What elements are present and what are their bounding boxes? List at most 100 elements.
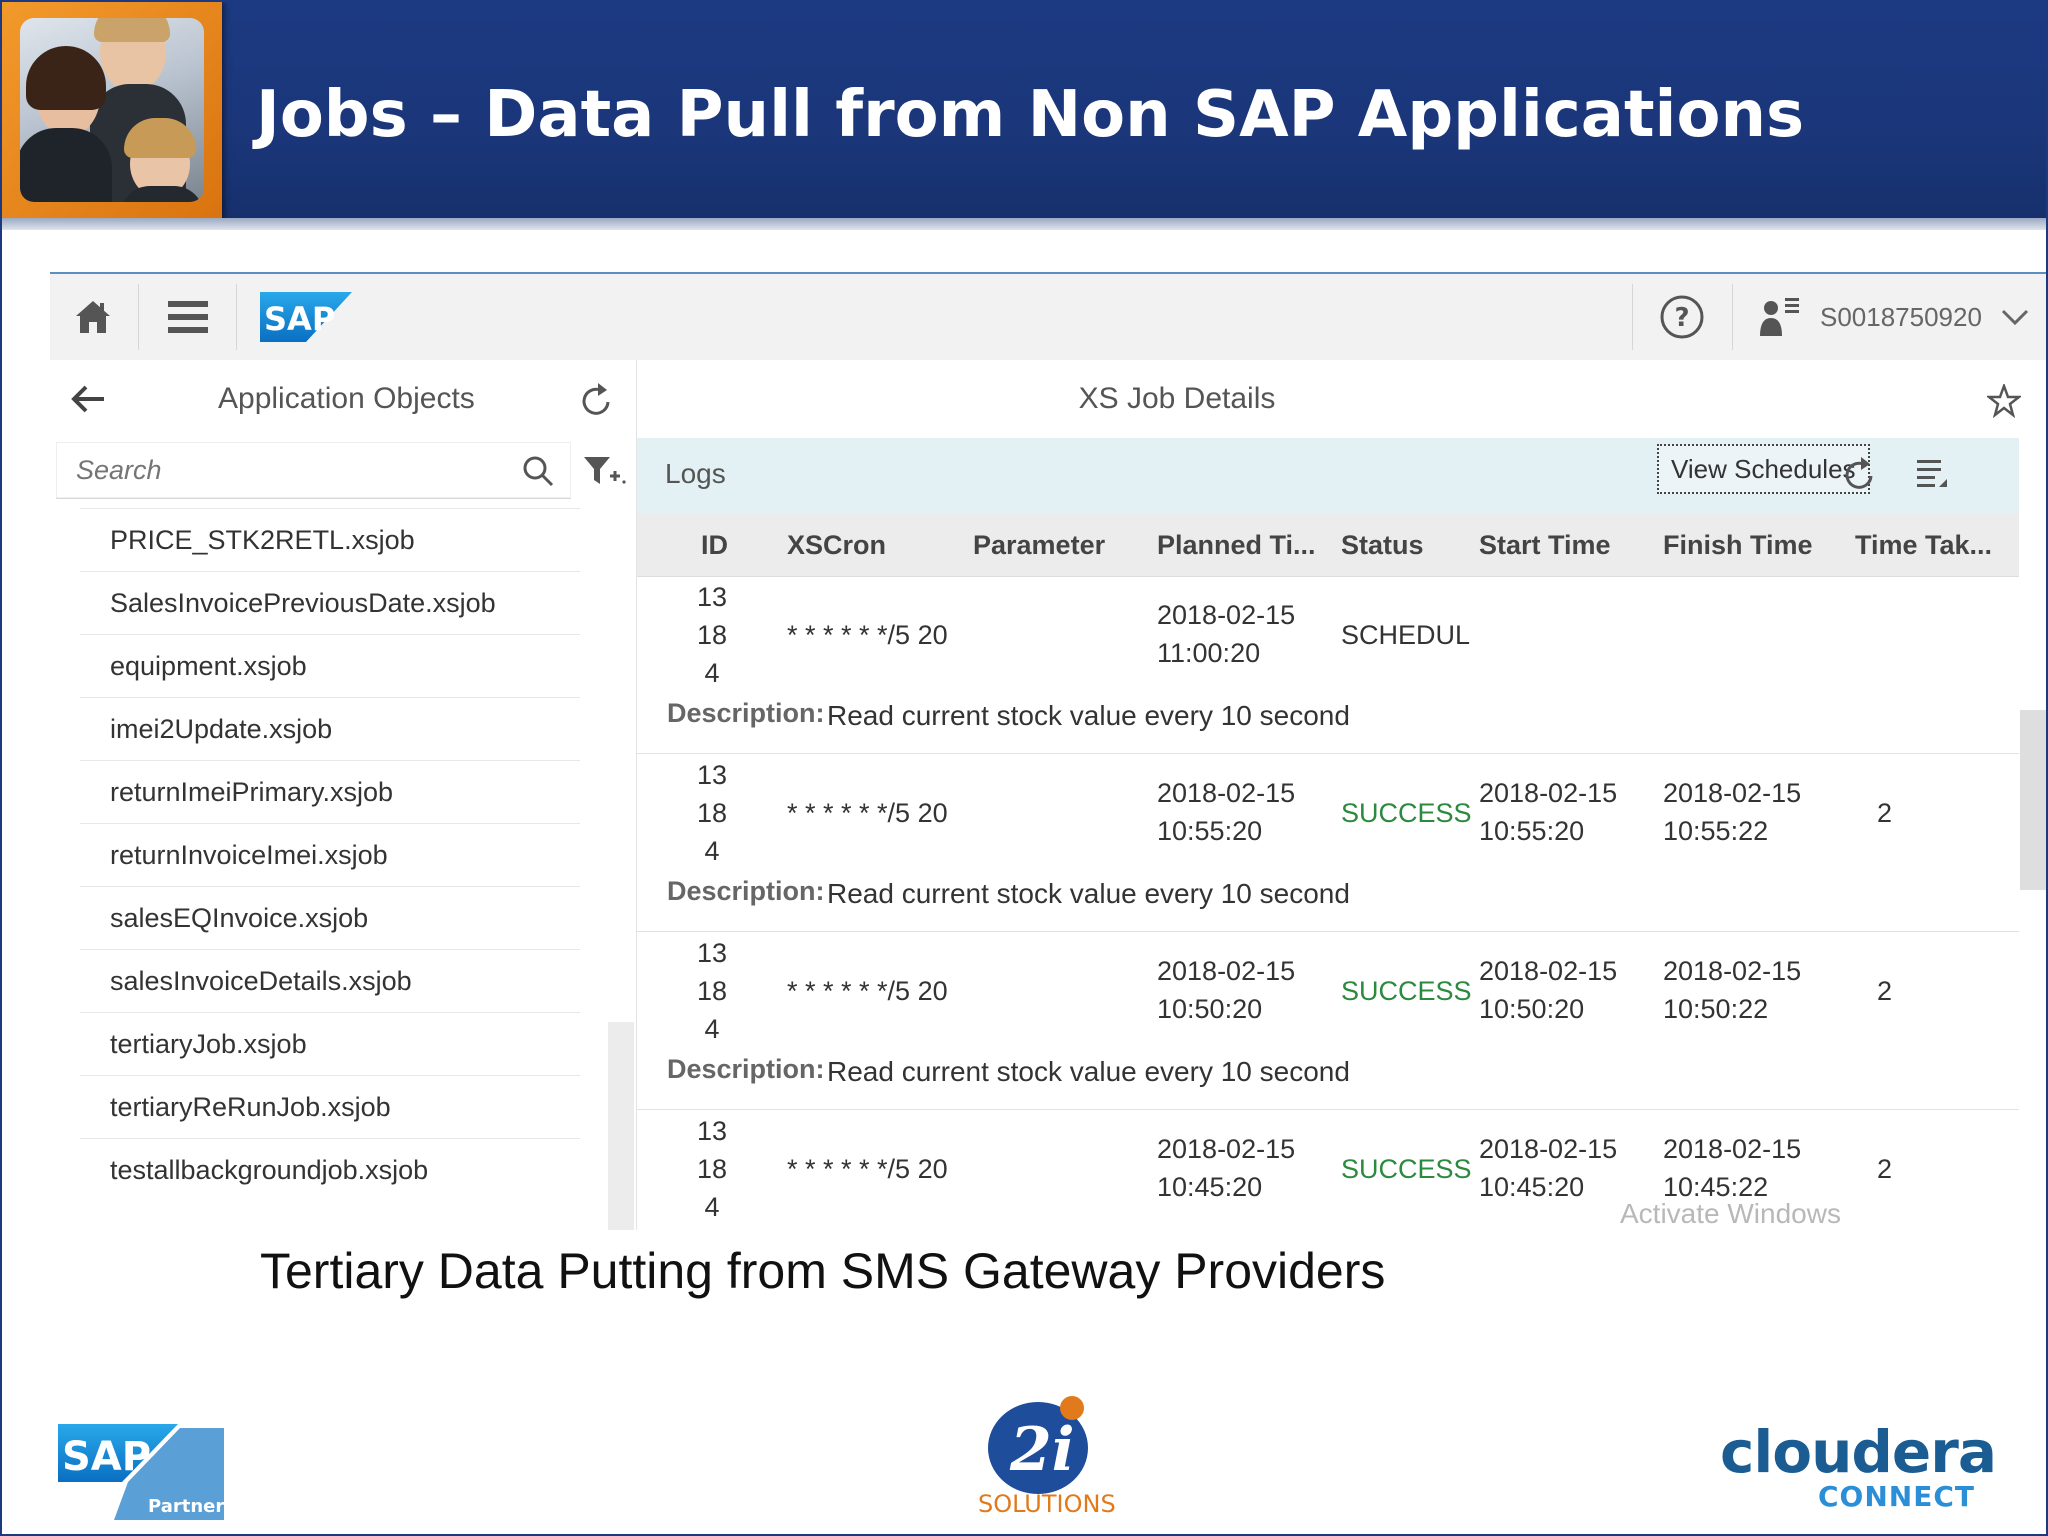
view-schedules-button[interactable]: View Schedules [1657,444,1870,494]
description-label: Description: [667,1054,825,1084]
description-text: Read current stock value every 10 second [827,878,1350,909]
help-button[interactable]: ? [1634,274,1730,360]
time-taken-cell: 2 [1877,1154,1893,1184]
svg-text:SAP: SAP [62,1434,151,1480]
column-header-time-taken[interactable]: Time Tak... [1855,530,1992,561]
chevron-down-icon[interactable] [2000,306,2030,328]
start-time-cell: 2018-02-15 10:55:20 [1479,778,1618,846]
svg-text:Partner: Partner [148,1496,224,1517]
column-header-finish-time[interactable]: Finish Time [1663,530,1813,561]
search-input[interactable] [74,450,478,490]
xscron-cell: * * * * * */5 20 [787,620,948,650]
finish-time-cell: 2018-02-15 10:55:22 [1663,778,1802,846]
xscron-cell: * * * * * */5 20 [787,976,948,1006]
status-cell: SCHEDUL [1341,620,1471,650]
xscron-cell: * * * * * */5 20 [787,1154,948,1184]
2i-solutions-text: SOLUTIONS [978,1490,1116,1518]
column-header-start-time[interactable]: Start Time [1479,530,1611,561]
id-cell: 13 18 4 [697,760,728,866]
list-item[interactable]: returnInvoiceImei.xsjob [80,823,580,886]
status-cell: SUCCESS [1341,798,1472,828]
list-item[interactable]: returnImeiPrimary.xsjob [80,760,580,823]
list-item[interactable]: salesInvoiceDetails.xsjob [80,949,580,1012]
job-log-table: 13 18 4 * * * * * */5 20 2018-02-15 11:00:2… [637,576,2019,1230]
logs-toolbar: Logs View Schedules [637,438,2019,514]
finish-time-cell: 2018-02-15 10:45:22 [1663,1134,1802,1202]
id-cell: 13 18 4 [697,938,728,1044]
user-id[interactable]: S0018750920 [1820,302,1982,333]
list-item[interactable]: equipment.xsjob [80,634,580,697]
column-header-xscron[interactable]: XSCron [787,530,886,561]
favorite-star-icon[interactable] [1987,384,2021,418]
id-cell: 13 18 4 [697,582,728,688]
right-scrollbar[interactable] [2020,710,2046,890]
svg-text:?: ? [1674,303,1689,333]
id-cell: 13 18 4 [697,1116,728,1222]
status-cell: SUCCESS [1341,1154,1472,1184]
column-header-parameter[interactable]: Parameter [973,530,1105,561]
home-button[interactable] [50,274,136,360]
planned-time-cell: 2018-02-15 11:00:20 [1157,600,1296,668]
sap-app-window: SAP ? S0018750920 Application Objects Se… [50,272,2048,1230]
list-item[interactable]: SalesInvoicePreviousDate.xsjob [80,571,580,634]
xscron-cell: * * * * * */5 20 [787,798,948,828]
status-cell: SUCCESS [1341,976,1472,1006]
description-text: Read current stock value every 10 second [827,1056,1350,1087]
application-objects-panel: Application Objects PRICE_STK2RETL.xsjob… [50,360,637,1230]
column-header-planned-time[interactable]: Planned Ti... [1157,530,1316,561]
table-header: ID XSCron Parameter Planned Ti... Status… [637,514,2019,577]
column-header-id[interactable]: ID [701,530,728,561]
list-item[interactable]: PRICE_STK2RETL.xsjob [80,508,580,571]
activate-windows-watermark: Activate Windows [1620,1198,1841,1229]
refresh-icon[interactable] [580,382,614,418]
list-item[interactable]: testallbackgroundjob.xsjob [80,1138,580,1201]
list-item[interactable]: tertiaryReRunJob.xsjob [80,1075,580,1138]
start-time-cell: 2018-02-15 10:50:20 [1479,956,1618,1024]
search-box [56,442,571,499]
list-item[interactable]: salesEQInvoice.xsjob [80,886,580,949]
xs-job-details-panel: XS Job Details Logs View Schedules ID XS… [637,360,2048,1230]
slide-header: Jobs – Data Pull from Non SAP Applicatio… [0,0,2048,222]
slide-title: Jobs – Data Pull from Non SAP Applicatio… [256,78,1805,152]
home-icon [76,301,110,333]
menu-button[interactable] [142,274,234,360]
planned-time-cell: 2018-02-15 10:45:20 [1157,1134,1296,1202]
user-menu-button[interactable] [1750,274,1810,360]
finish-time-cell: 2018-02-15 10:50:22 [1663,956,1802,1024]
back-arrow-icon[interactable] [70,384,106,414]
filter-add-icon[interactable] [582,454,626,488]
column-header-status[interactable]: Status [1341,530,1424,561]
cloudera-logo-text: cloudera [1720,1418,1997,1486]
table-settings-icon[interactable] [1915,456,1949,490]
planned-time-cell: 2018-02-15 10:50:20 [1157,956,1296,1024]
planned-time-cell: 2018-02-15 10:55:20 [1157,778,1296,846]
logs-label: Logs [665,458,726,489]
table-row[interactable]: 13 18 4 * * * * * */5 20 2018-02-15 10:50:2… [637,932,2019,1110]
sap-logo: SAP [260,292,352,342]
time-taken-cell: 2 [1877,976,1893,1006]
list-item[interactable]: tertiaryJob.xsjob [80,1012,580,1075]
svg-text:SAP: SAP [264,300,335,338]
shell-bar: SAP ? S0018750920 [50,274,2048,361]
help-icon: ? [1660,295,1704,339]
header-divider [0,218,2048,230]
cloudera-connect-text: CONNECT [1818,1480,1975,1513]
application-objects-header: Application Objects [50,360,636,438]
panel-title: XS Job Details [1078,382,1276,415]
header-photo [2,0,222,220]
description-label: Description: [667,698,825,728]
file-list: PRICE_STK2RETL.xsjob SalesInvoicePreviou… [80,508,580,1201]
slide-caption: Tertiary Data Putting from SMS Gateway P… [260,1243,1386,1299]
left-scrollbar[interactable] [608,1022,634,1230]
svg-text:2i: 2i [1009,1415,1075,1485]
table-row[interactable]: 13 18 4 * * * * * */5 20 2018-02-15 11:00:2… [637,576,2019,754]
menu-icon [168,301,208,333]
search-icon[interactable] [521,454,555,488]
sap-partner-logo: SAP Partner [58,1424,224,1520]
time-taken-cell: 2 [1877,798,1893,828]
description-label: Description: [667,876,825,906]
refresh-icon[interactable] [1843,456,1877,492]
list-item[interactable]: imei2Update.xsjob [80,697,580,760]
table-row[interactable]: 13 18 4 * * * * * */5 20 2018-02-15 10:55:2… [637,754,2019,932]
start-time-cell: 2018-02-15 10:45:20 [1479,1134,1618,1202]
